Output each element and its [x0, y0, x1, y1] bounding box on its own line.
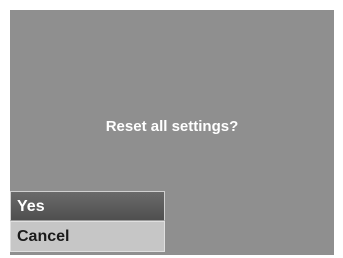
yes-option[interactable]: Yes: [10, 191, 165, 221]
camera-screen: Reset all settings? Yes Cancel: [10, 10, 334, 255]
confirm-menu: Yes Cancel: [10, 191, 165, 252]
reset-prompt: Reset all settings?: [105, 118, 239, 135]
cancel-option[interactable]: Cancel: [10, 221, 165, 252]
